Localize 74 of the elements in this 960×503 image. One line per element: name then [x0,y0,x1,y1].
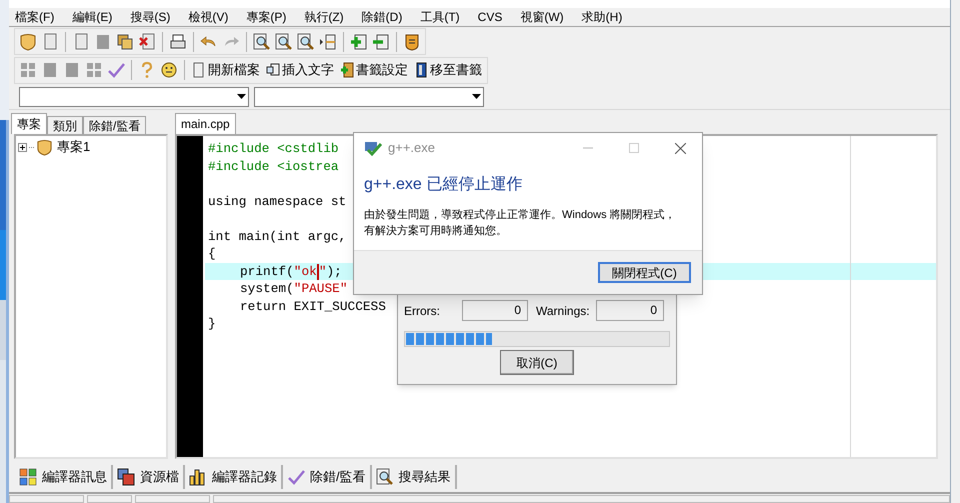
layers-icon [117,468,135,486]
code-text: " [318,262,326,280]
insert-icon[interactable] [266,62,280,78]
dropdown[interactable] [254,86,484,106]
menu-item[interactable]: CVS [478,8,502,26]
warnings-label: Warnings: [536,302,590,320]
bar-chart-icon [189,468,207,486]
menu-item[interactable]: 檢視(V) [188,8,228,26]
close-file-icon[interactable] [138,32,156,50]
code-text: #include <cstdlib [208,140,339,158]
close-icon[interactable] [675,142,686,154]
tab[interactable]: 類別 [47,116,83,134]
toolbar-button[interactable]: 插入文字 [265,60,335,80]
smiley-icon[interactable] [160,61,178,79]
tree-item[interactable]: 專案1 [57,137,90,157]
errors-label: Errors: [404,302,441,320]
bookmark-plus-icon[interactable] [340,62,354,78]
error-message: 由於發生問題，導致程式停止正常運作。Windows 將關閉程式，有解決方案可用時將通知您。 [363,208,677,239]
magnifier-icon[interactable] [253,32,271,50]
dropdown[interactable] [19,86,249,106]
caret-icon [237,94,246,99]
magnifier-icon[interactable] [297,32,315,50]
status-bar-panel [87,495,132,503]
shield-icon[interactable] [19,32,37,50]
code-text: "ok [294,262,317,280]
caret-icon [472,94,481,99]
expander-icon[interactable] [18,142,27,152]
check-icon[interactable] [107,61,125,79]
menu-item[interactable]: 除錯(D) [362,8,402,26]
tab[interactable]: main.cpp [175,113,236,134]
code-text: ); [326,262,342,280]
indent-icon[interactable] [319,32,337,50]
tab[interactable]: 專案 [11,113,47,134]
error-heading: g++.exe 已經停止運作 [363,174,524,195]
text-cursor [316,264,319,280]
menu-item[interactable]: 檔案(F) [15,8,54,26]
page-icon[interactable] [192,62,206,78]
toolbar-button[interactable]: 開新檔案 [191,60,261,80]
check-icon [287,468,305,486]
save-icon[interactable] [116,32,134,50]
code-text: "PAUSE" [294,280,348,298]
code-text: system( [240,280,294,298]
minus-icon[interactable] [372,32,390,50]
menu-item[interactable]: 工具(T) [420,8,460,26]
menu-item[interactable]: 搜尋(S) [130,8,170,26]
code-text: int main(int argc, [208,228,346,245]
printer-icon[interactable] [169,32,187,50]
code-text: printf( [240,262,294,280]
toolbar-button[interactable]: 書籤設定 [339,60,409,80]
grid-icon [19,468,37,486]
errors-count: 0 [462,300,528,321]
window-title: g++.exe [388,139,435,158]
magnifier-icon[interactable] [275,32,293,50]
cancel-button[interactable]: 取消(C) [500,350,574,375]
plus-icon[interactable] [350,32,368,50]
warnings-count: 0 [596,300,664,321]
code-text: } [208,315,216,332]
menu-item[interactable]: 專案(P) [246,8,286,26]
menu-item[interactable]: 視窗(W) [520,8,564,26]
menu-item[interactable]: 執行(Z) [304,8,344,26]
menu-item[interactable]: 編輯(E) [72,8,112,26]
code-text: #include <iostrea [208,158,339,175]
bookmark-icon[interactable] [414,62,428,78]
shield-icon[interactable] [36,138,53,156]
app-icon [364,140,382,156]
badge-icon[interactable] [403,32,421,50]
code-text: return EXIT_SUCCESS [240,298,386,315]
tab[interactable]: 除錯/監看 [83,116,146,134]
close-program-button[interactable]: 關閉程式(C) [598,262,691,283]
toolbar-button[interactable]: 移至書籤 [413,60,483,80]
code-text: { [208,245,216,262]
code-text: using namespace st [208,192,346,210]
magnifier-icon [376,468,394,486]
menu-item[interactable]: 求助(H) [582,8,622,26]
